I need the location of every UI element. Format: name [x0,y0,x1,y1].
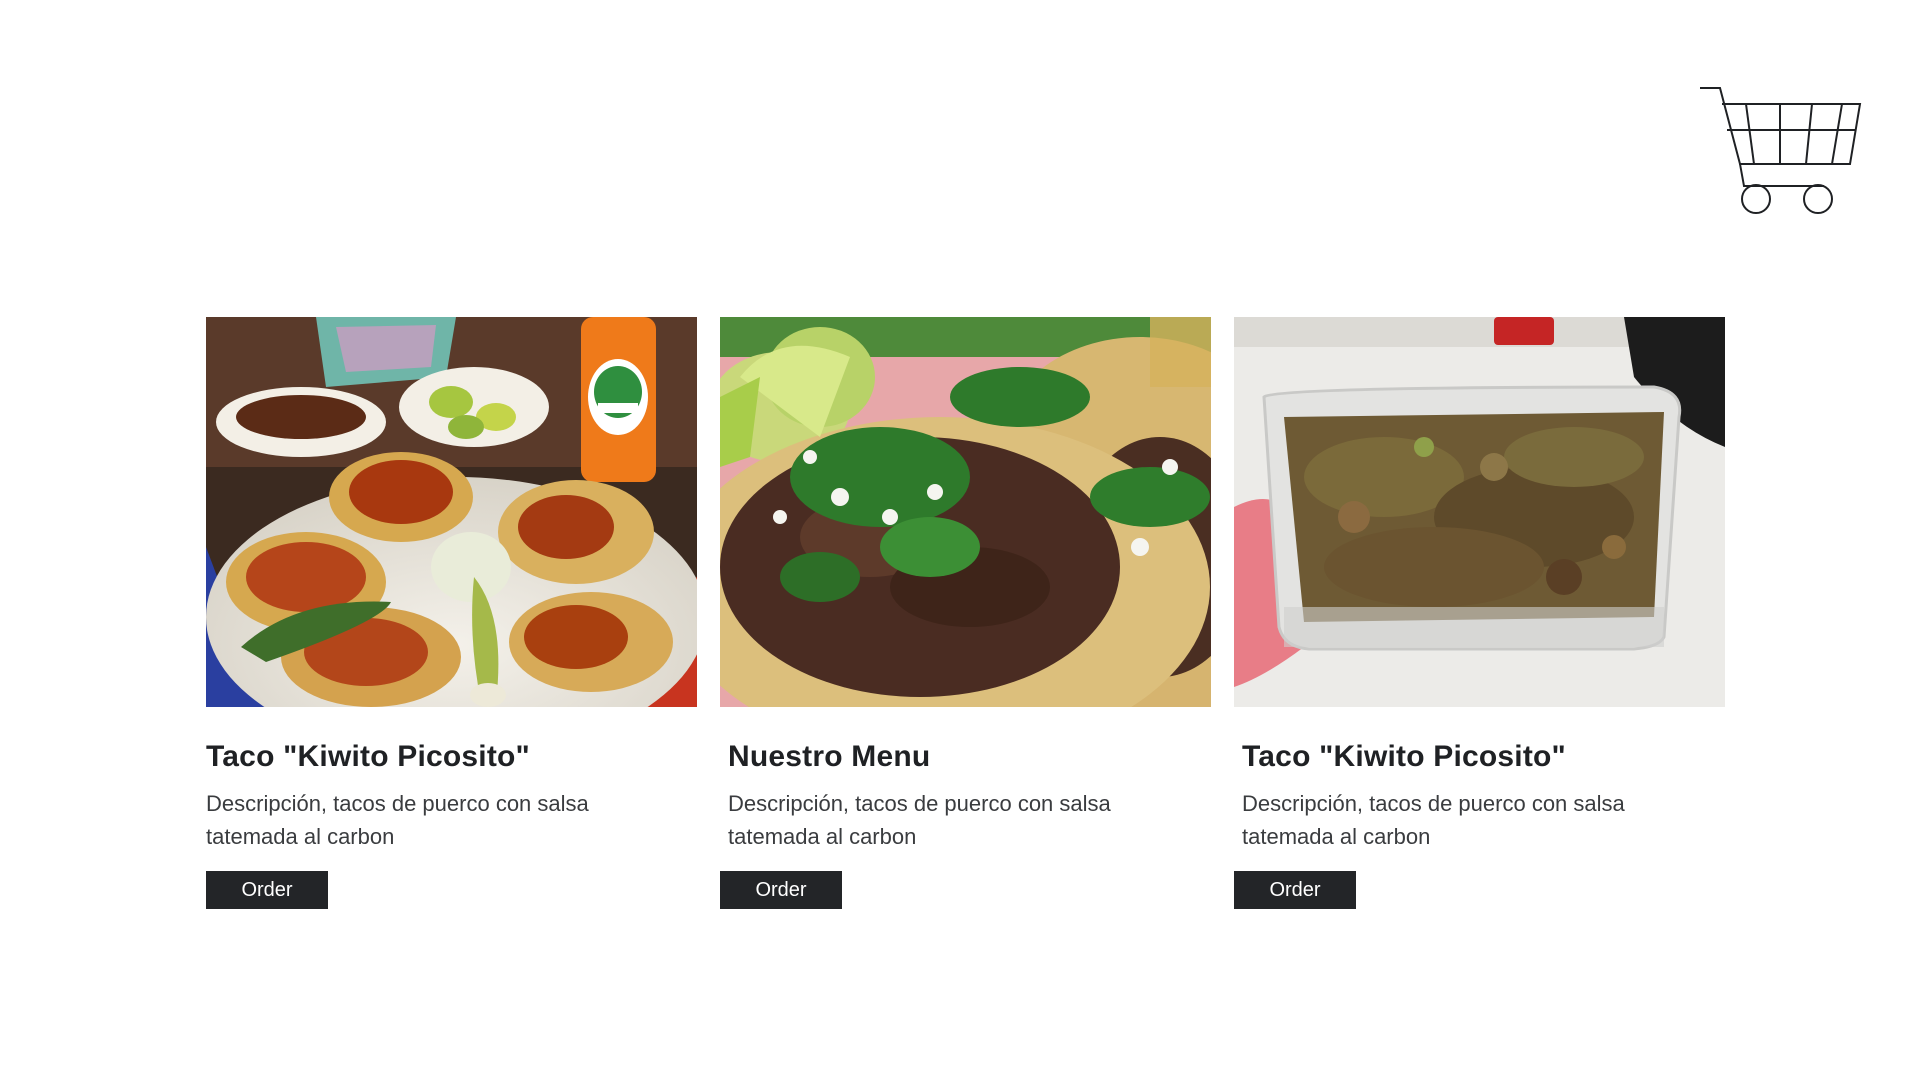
cart-button[interactable] [1700,86,1864,216]
product-title: Taco "Kiwito Picosito" [206,740,530,773]
product-description: Descripción, tacos de puerco con salsa t… [206,791,589,849]
product-description: Descripción, tacos de puerco con salsa t… [1242,791,1625,849]
product-title: Nuestro Menu [728,740,931,773]
product-card: Nuestro Menu Descripción, tacos de puerc… [720,317,1211,909]
order-button[interactable]: Order [1234,871,1356,909]
shopping-cart-icon [1700,87,1862,214]
product-description: Descripción, tacos de puerco con salsa t… [728,791,1111,849]
order-button[interactable]: Order [720,871,842,909]
order-button[interactable]: Order [206,871,328,909]
product-card: Taco "Kiwito Picosito" Descripción, taco… [206,317,697,909]
product-image-tacos-al-pastor[interactable] [206,317,697,707]
page: Taco "Kiwito Picosito" Descripción, taco… [0,0,1920,1080]
product-image-pork-container[interactable] [1234,317,1725,707]
product-image-carne-asada-tacos[interactable] [720,317,1211,707]
product-card: Taco "Kiwito Picosito" Descripción, taco… [1234,317,1725,909]
product-title: Taco "Kiwito Picosito" [1242,740,1566,773]
